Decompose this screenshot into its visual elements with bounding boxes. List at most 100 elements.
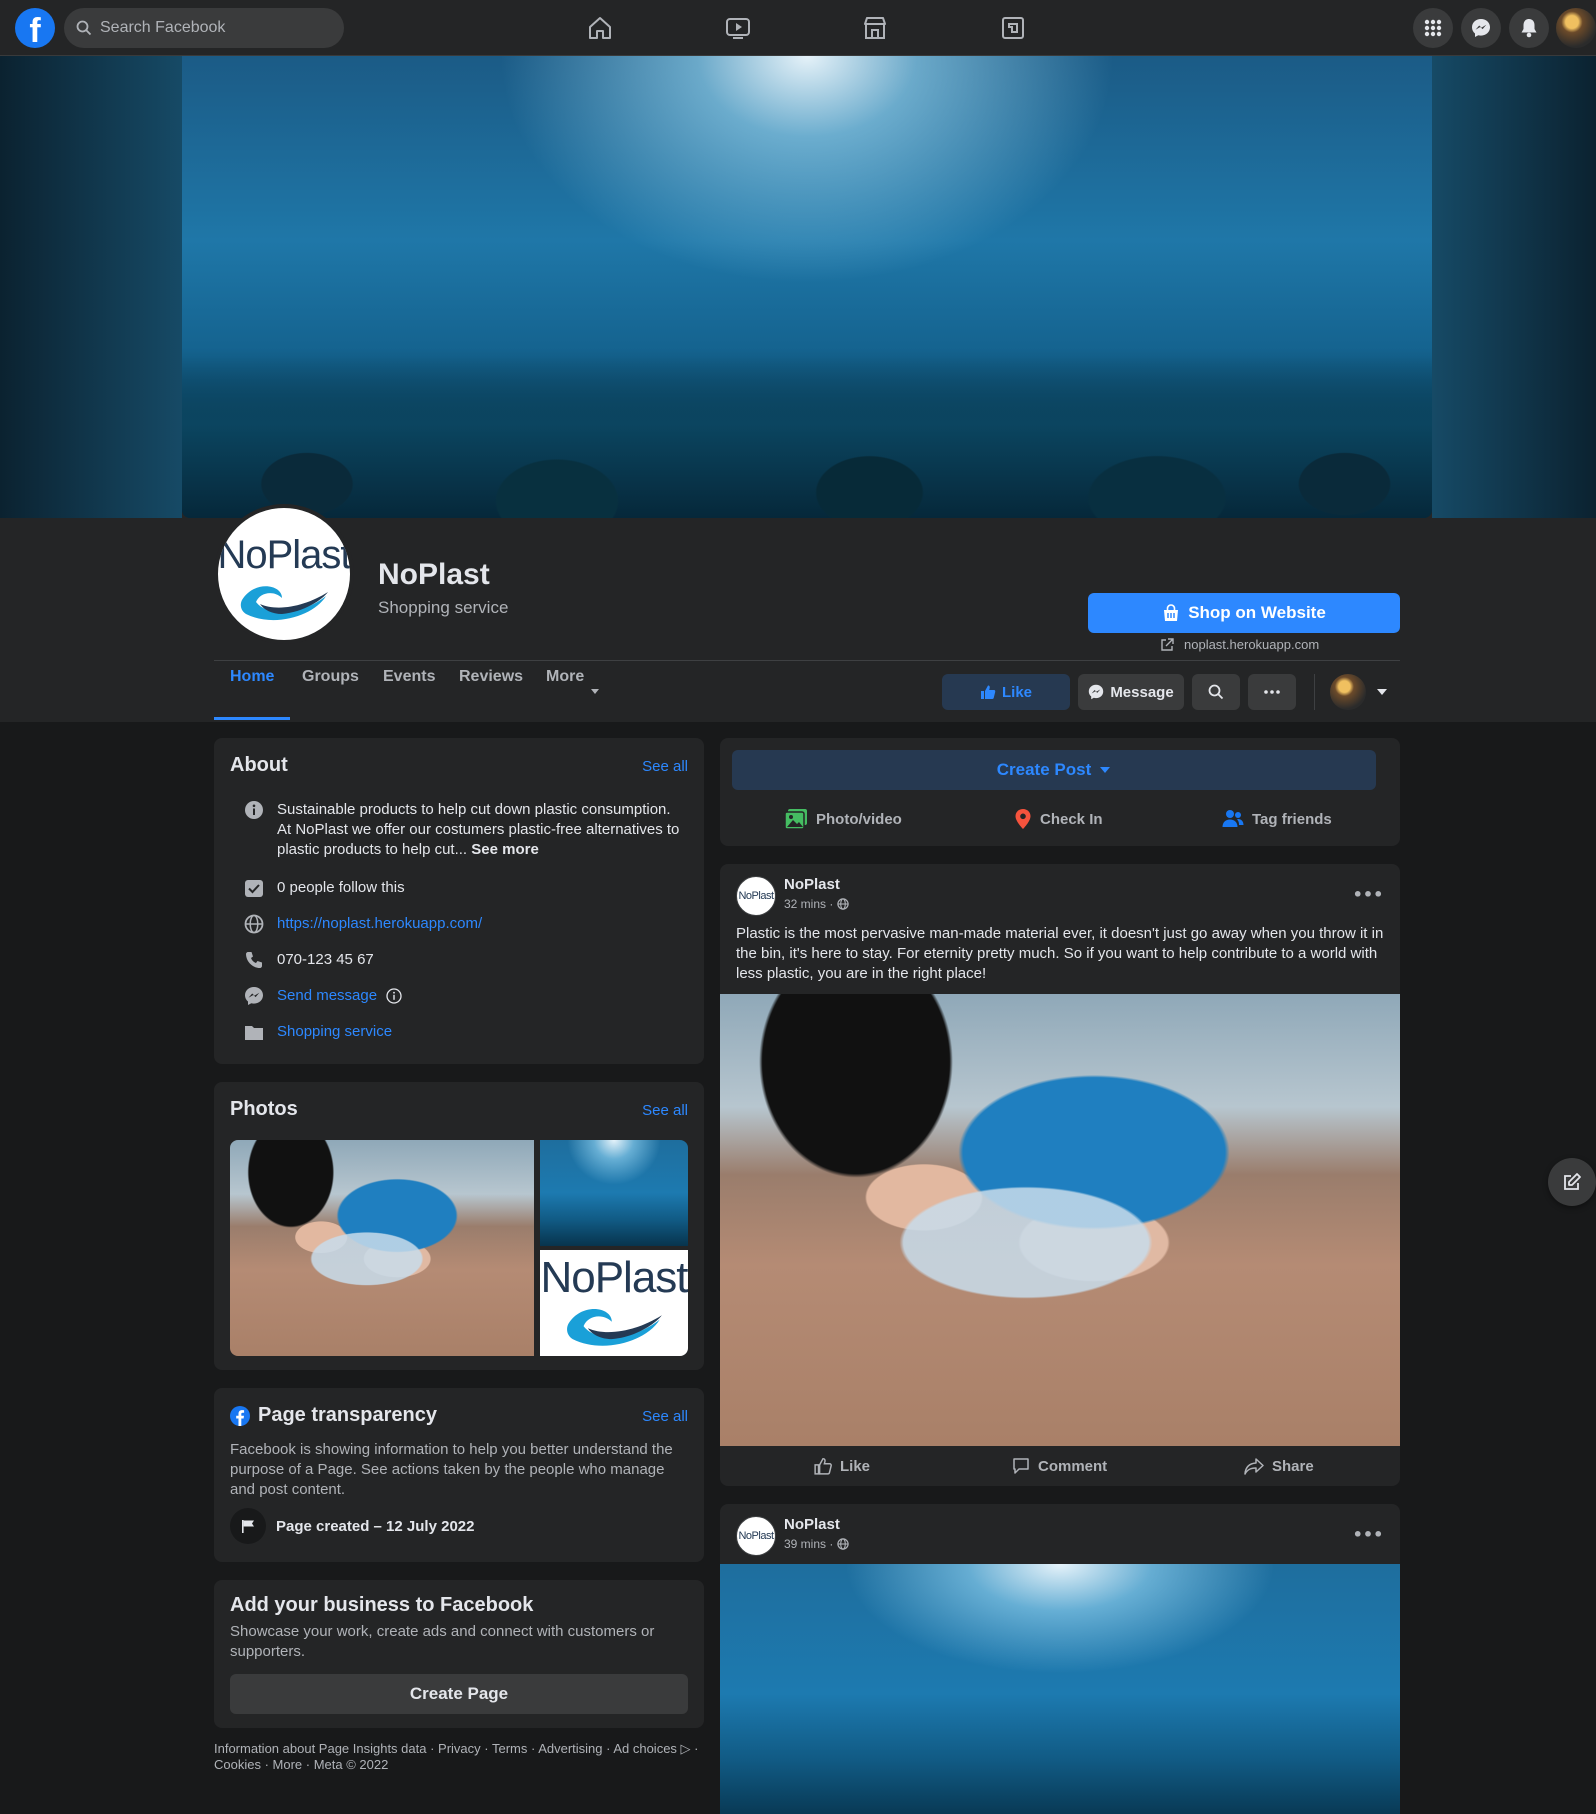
- transparency-see-all-link[interactable]: See all: [642, 1408, 688, 1425]
- check-in-action[interactable]: Check In: [1014, 800, 1103, 838]
- about-description-line-3: plastic products to help cut...: [277, 841, 468, 858]
- about-title: About: [230, 754, 288, 776]
- search-icon: [76, 20, 92, 36]
- photo-logo-text: NoPlast: [540, 1253, 688, 1302]
- see-more-link[interactable]: See more: [471, 841, 539, 858]
- compose-icon: [1564, 1173, 1581, 1190]
- post-like-button[interactable]: Like: [814, 1446, 870, 1486]
- post-author-name[interactable]: NoPlast: [784, 876, 840, 893]
- website-link[interactable]: noplast.herokuapp.com: [1160, 637, 1319, 652]
- page-transparency-card: Page transparency See all Facebook is sh…: [214, 1388, 704, 1562]
- tag-friends-action[interactable]: Tag friends: [1222, 800, 1332, 838]
- acting-as-switcher[interactable]: [1330, 674, 1388, 710]
- message-label: Message: [1110, 683, 1174, 701]
- home-icon[interactable]: [580, 10, 620, 46]
- post-share-button[interactable]: Share: [1244, 1446, 1314, 1486]
- photo-video-action[interactable]: Photo/video: [784, 800, 902, 838]
- wave-logo-icon: [567, 1308, 662, 1346]
- post-options-button[interactable]: •••: [1350, 882, 1386, 906]
- external-link-icon: [1161, 637, 1174, 651]
- category-link[interactable]: Shopping service: [277, 1022, 392, 1042]
- post-author-avatar[interactable]: NoPlast: [736, 876, 776, 916]
- about-website: https://noplast.herokuapp.com/: [244, 914, 482, 934]
- category-icon: [244, 1022, 264, 1042]
- thumbs-up-icon: [980, 685, 996, 699]
- caret-down-icon: [1100, 767, 1111, 773]
- like-page-label: Like: [1001, 683, 1032, 701]
- transparency-text: Facebook is showing information to help …: [230, 1441, 673, 1498]
- cover-side-right: [1432, 56, 1596, 518]
- about-description: Sustainable products to help cut down pl…: [244, 800, 694, 860]
- tab-home[interactable]: Home: [214, 668, 291, 720]
- new-message-button[interactable]: [1548, 1158, 1596, 1206]
- website-url-link[interactable]: https://noplast.herokuapp.com/: [277, 914, 482, 934]
- tab-groups[interactable]: Groups: [302, 668, 359, 720]
- post-image-ocean[interactable]: [720, 1564, 1400, 1814]
- photo-video-icon: [784, 809, 807, 830]
- header-separator: [1314, 674, 1315, 710]
- gaming-icon[interactable]: [993, 10, 1033, 46]
- send-message-link[interactable]: Send message: [277, 986, 377, 1006]
- tag-friends-label: Tag friends: [1252, 810, 1332, 828]
- footer-links-line-2[interactable]: Cookies · More · Meta © 2022: [214, 1757, 704, 1773]
- like-page-button[interactable]: Like: [942, 674, 1070, 710]
- about-card: About See all Sustainable products to he…: [214, 738, 704, 1064]
- flag-icon: [230, 1508, 266, 1544]
- cover-photo[interactable]: [182, 56, 1432, 518]
- wave-logo-icon: [240, 585, 328, 620]
- about-description-line-2: At NoPlast we offer our costumers plasti…: [277, 821, 680, 838]
- add-business-card: Add your business to Facebook Showcase y…: [214, 1580, 704, 1728]
- check-in-label: Check In: [1040, 810, 1103, 828]
- cover-reef: [182, 348, 1432, 518]
- post-comment-button[interactable]: Comment: [1012, 1446, 1107, 1486]
- post-timestamp: 39 mins ·: [784, 1537, 850, 1551]
- facebook-logo-icon[interactable]: f: [15, 8, 55, 48]
- search-box[interactable]: [64, 8, 344, 48]
- header-divider: [214, 660, 1400, 661]
- photo-thumbnail-bottle[interactable]: [230, 1140, 534, 1356]
- create-post-button[interactable]: Create Post: [732, 750, 1376, 790]
- tab-more[interactable]: More: [546, 668, 600, 720]
- footer-links-line-1[interactable]: Information about Page Insights data · P…: [214, 1741, 704, 1757]
- watch-icon[interactable]: [718, 10, 758, 46]
- messenger-icon[interactable]: [1461, 8, 1501, 48]
- post-options-button[interactable]: •••: [1350, 1522, 1386, 1546]
- tag-friends-icon: [1222, 810, 1244, 827]
- photos-see-all-link[interactable]: See all: [642, 1102, 688, 1119]
- about-description-line-1: Sustainable products to help cut down pl…: [277, 801, 671, 818]
- post-time-text[interactable]: 32 mins ·: [784, 897, 833, 911]
- caret-down-icon: [1377, 689, 1387, 695]
- tab-reviews[interactable]: Reviews: [459, 668, 523, 720]
- search-page-button[interactable]: [1192, 674, 1240, 710]
- globe-icon: [837, 1538, 850, 1550]
- info-outline-icon[interactable]: [386, 988, 402, 1004]
- phone-number: 070-123 45 67: [277, 951, 374, 968]
- messenger-icon: [1089, 684, 1104, 700]
- notifications-icon[interactable]: [1509, 8, 1549, 48]
- account-avatar[interactable]: [1556, 8, 1596, 48]
- profile-picture[interactable]: NoPlast: [214, 504, 354, 644]
- search-input[interactable]: [100, 19, 320, 37]
- post-time-text[interactable]: 39 mins ·: [784, 1537, 833, 1551]
- globe-icon: [837, 898, 850, 910]
- photo-thumbnail-logo[interactable]: NoPlast: [540, 1250, 688, 1356]
- tab-events[interactable]: Events: [383, 668, 435, 720]
- phone-icon: [244, 950, 264, 970]
- more-options-button[interactable]: [1248, 674, 1296, 710]
- post-author-avatar[interactable]: NoPlast: [736, 1516, 776, 1556]
- photo-thumbnail-ocean[interactable]: [540, 1140, 688, 1246]
- about-description-text: Sustainable products to help cut down pl…: [277, 800, 679, 860]
- marketplace-icon[interactable]: [855, 10, 895, 46]
- follow-check-icon: [244, 878, 264, 898]
- info-icon: [244, 800, 264, 820]
- shop-on-website-button[interactable]: Shop on Website: [1088, 593, 1400, 633]
- about-see-all-link[interactable]: See all: [642, 758, 688, 775]
- post-author-name[interactable]: NoPlast: [784, 1516, 840, 1533]
- menu-grid-icon[interactable]: [1413, 8, 1453, 48]
- create-page-button[interactable]: Create Page: [230, 1674, 688, 1714]
- message-button[interactable]: Message: [1078, 674, 1184, 710]
- transparency-header: Page transparency: [230, 1404, 437, 1427]
- add-business-text: Showcase your work, create ads and conne…: [230, 1623, 655, 1660]
- about-followers: 0 people follow this: [244, 878, 405, 898]
- post-image-bottle[interactable]: [720, 994, 1400, 1446]
